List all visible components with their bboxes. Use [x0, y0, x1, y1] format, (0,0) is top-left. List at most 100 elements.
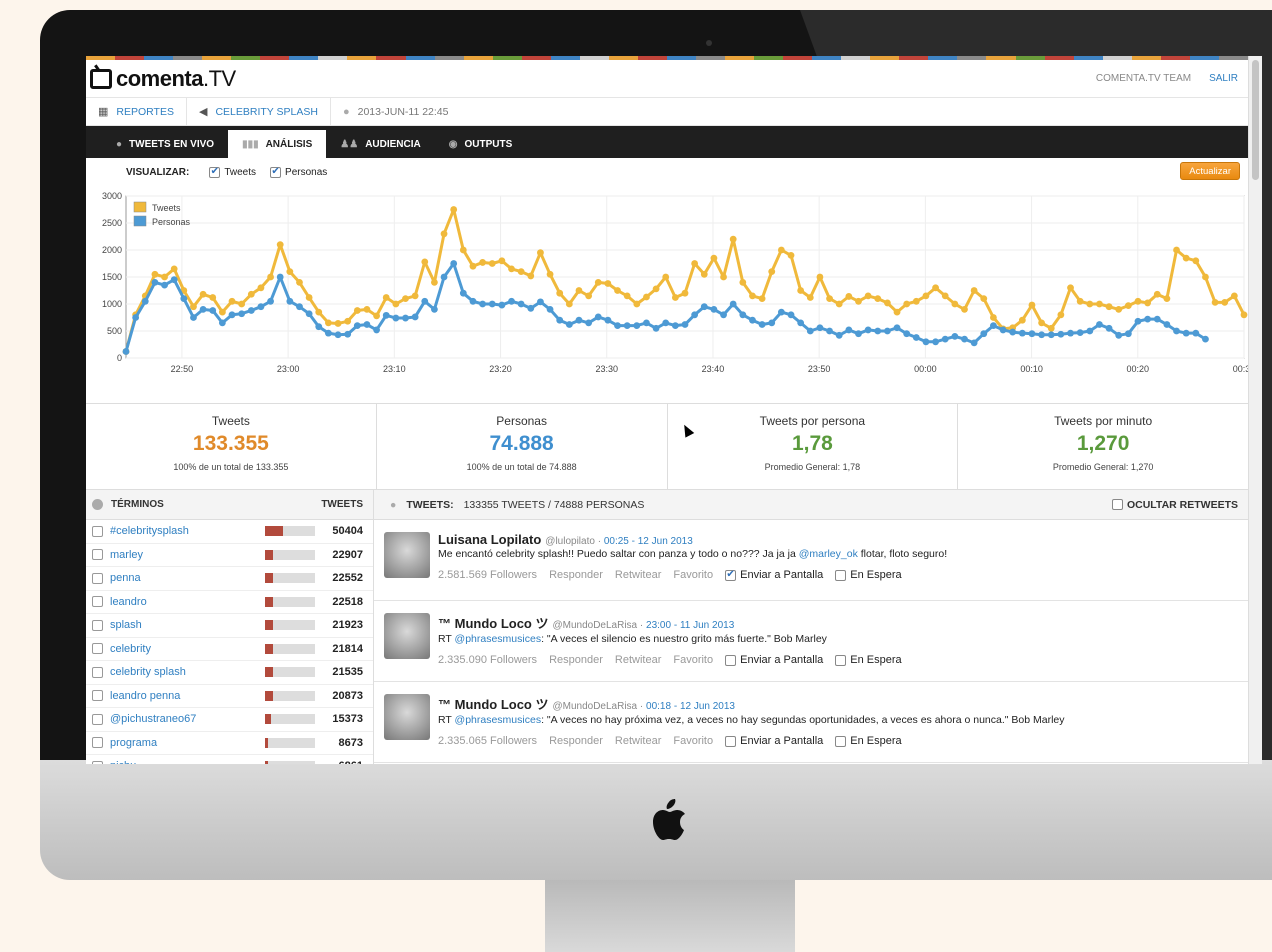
- term-checkbox[interactable]: [92, 619, 103, 631]
- eye-icon: ◉: [448, 138, 458, 150]
- avatar[interactable]: [384, 532, 430, 578]
- on-hold-toggle[interactable]: En Espera: [835, 569, 902, 581]
- tweet-date[interactable]: 23:00 - 11 Jun 2013: [646, 620, 734, 631]
- data-point: [951, 333, 959, 340]
- tweets-checkbox[interactable]: ✔: [209, 166, 221, 178]
- data-point: [161, 281, 168, 289]
- tab-outputs[interactable]: ◉ OUTPUTS: [435, 130, 527, 158]
- data-point: [556, 289, 564, 297]
- send-to-screen-checkbox[interactable]: [725, 735, 737, 747]
- term-label[interactable]: celebrity: [110, 643, 265, 655]
- term-checkbox[interactable]: [92, 549, 103, 561]
- send-to-screen-toggle[interactable]: Enviar a Pantalla: [725, 735, 823, 747]
- term-row[interactable]: programa 8673: [86, 732, 373, 755]
- term-label[interactable]: #celebritysplash: [110, 525, 265, 537]
- tweet-date[interactable]: 00:25 - 12 Jun 2013: [604, 536, 693, 547]
- term-label[interactable]: pichu: [110, 760, 265, 764]
- data-point: [787, 252, 795, 259]
- reply-button[interactable]: Responder: [549, 654, 603, 666]
- data-point: [170, 276, 178, 284]
- tweet-author[interactable]: ™ Mundo Loco ツ: [438, 697, 548, 712]
- term-checkbox[interactable]: [92, 690, 103, 702]
- favorite-button[interactable]: Favorito: [673, 735, 713, 747]
- logo[interactable]: comenta .TV: [90, 66, 236, 92]
- tweet-handle[interactable]: @MundoDeLaRisa: [552, 620, 637, 631]
- on-hold-toggle[interactable]: En Espera: [835, 735, 902, 747]
- team-link[interactable]: COMENTA.TV TEAM: [1096, 73, 1191, 84]
- hide-retweets-toggle[interactable]: OCULTAR RETWEETS: [1111, 499, 1238, 511]
- term-row[interactable]: marley 22907: [86, 544, 373, 567]
- data-point: [893, 324, 901, 332]
- send-to-screen-toggle[interactable]: Enviar a Pantalla: [725, 654, 823, 666]
- retweet-button[interactable]: Retwitear: [615, 569, 661, 581]
- term-checkbox[interactable]: [92, 525, 103, 537]
- term-row[interactable]: leandro 22518: [86, 591, 373, 614]
- retweet-button[interactable]: Retwitear: [615, 654, 661, 666]
- reply-button[interactable]: Responder: [549, 569, 603, 581]
- term-label[interactable]: leandro: [110, 596, 265, 608]
- tweet-mention[interactable]: @marley_ok: [799, 548, 858, 560]
- term-row[interactable]: penna 22552: [86, 567, 373, 591]
- send-to-screen-checkbox[interactable]: ✔: [725, 569, 737, 581]
- reply-button[interactable]: Responder: [549, 735, 603, 747]
- tweet-author[interactable]: Luisana Lopilato: [438, 532, 541, 547]
- on-hold-checkbox[interactable]: [835, 735, 847, 747]
- term-row[interactable]: celebrity 21814: [86, 638, 373, 661]
- term-row[interactable]: pichu 6861: [86, 755, 373, 764]
- term-label[interactable]: @pichustraneo67: [110, 713, 265, 725]
- term-checkbox[interactable]: [92, 760, 103, 764]
- term-row[interactable]: #celebritysplash 50404: [86, 520, 373, 544]
- tab-audiencia[interactable]: ♟♟ AUDIENCIA: [326, 130, 435, 158]
- tweet-mention[interactable]: @phrasesmusices: [455, 633, 542, 645]
- logout-link[interactable]: SALIR: [1209, 73, 1238, 84]
- term-checkbox[interactable]: [92, 572, 103, 584]
- term-label[interactable]: marley: [110, 549, 265, 561]
- term-label[interactable]: leandro penna: [110, 690, 265, 702]
- stat-sub: Promedio General: 1,270: [1052, 462, 1154, 472]
- personas-checkbox[interactable]: ✔: [270, 166, 282, 178]
- on-hold-checkbox[interactable]: [835, 654, 847, 666]
- term-label[interactable]: splash: [110, 619, 265, 631]
- term-label[interactable]: penna: [110, 572, 265, 584]
- term-row[interactable]: @pichustraneo67 15373: [86, 708, 373, 732]
- term-row[interactable]: celebrity splash 21535: [86, 661, 373, 685]
- scroll-thumb[interactable]: [1252, 60, 1259, 180]
- term-checkbox[interactable]: [92, 737, 103, 749]
- tab-analisis[interactable]: ▮▮▮ ANÁLISIS: [228, 130, 327, 158]
- personas-toggle[interactable]: ✔ Personas: [270, 166, 327, 178]
- term-checkbox[interactable]: [92, 713, 103, 725]
- term-checkbox[interactable]: [92, 643, 103, 655]
- data-point: [1096, 321, 1103, 328]
- term-checkbox[interactable]: [92, 596, 103, 608]
- update-button[interactable]: Actualizar: [1180, 162, 1240, 180]
- term-row[interactable]: splash 21923: [86, 614, 373, 638]
- tweets-toggle[interactable]: ✔ Tweets: [209, 166, 256, 178]
- tweet-date[interactable]: 00:18 - 12 Jun 2013: [646, 701, 735, 712]
- tweet-author[interactable]: ™ Mundo Loco ツ: [438, 616, 548, 631]
- term-checkbox[interactable]: [92, 666, 103, 678]
- data-point: [903, 300, 911, 308]
- on-hold-toggle[interactable]: En Espera: [835, 654, 902, 666]
- tweets-panel: ● TWEETS: 133355 TWEETS / 74888 PERSONAS…: [374, 490, 1248, 764]
- on-hold-checkbox[interactable]: [835, 569, 847, 581]
- send-to-screen-toggle[interactable]: ✔ Enviar a Pantalla: [725, 569, 823, 581]
- breadcrumb-show[interactable]: ◀ CELEBRITY SPLASH: [187, 98, 331, 125]
- data-point: [488, 300, 496, 308]
- tweet-mention[interactable]: @phrasesmusices: [455, 714, 542, 726]
- term-row[interactable]: leandro penna 20873: [86, 685, 373, 708]
- favorite-button[interactable]: Favorito: [673, 569, 713, 581]
- favorite-button[interactable]: Favorito: [673, 654, 713, 666]
- tweet-handle[interactable]: @MundoDeLaRisa: [552, 701, 637, 712]
- hide-retweets-checkbox[interactable]: [1111, 499, 1123, 510]
- scrollbar[interactable]: [1248, 56, 1262, 764]
- breadcrumb-reports[interactable]: ▦ REPORTES: [86, 98, 187, 125]
- term-label[interactable]: celebrity splash: [110, 666, 265, 678]
- tab-tweets-en-vivo[interactable]: ● TWEETS EN VIVO: [102, 130, 228, 158]
- term-label[interactable]: programa: [110, 737, 265, 749]
- retweet-button[interactable]: Retwitear: [615, 735, 661, 747]
- send-to-screen-checkbox[interactable]: [725, 654, 737, 666]
- tweet-handle[interactable]: @lulopilato: [545, 536, 595, 547]
- avatar[interactable]: [384, 613, 430, 659]
- avatar[interactable]: [384, 694, 430, 740]
- tweet-text-after: flotar, floto seguro!: [857, 548, 948, 560]
